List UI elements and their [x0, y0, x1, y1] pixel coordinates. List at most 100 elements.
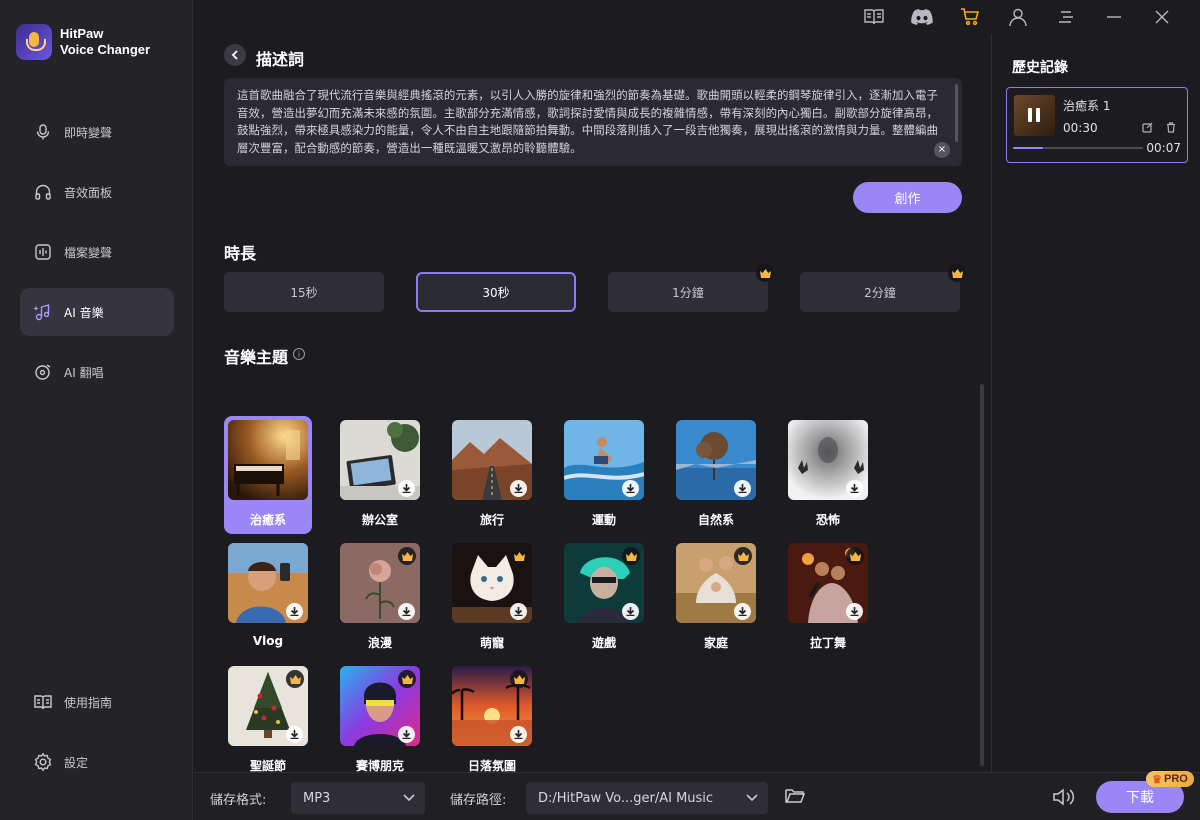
vinyl-cover-icon [32, 361, 54, 383]
sidebar-item-ai-music[interactable]: AI 音樂 [20, 288, 174, 336]
pause-icon[interactable] [1028, 108, 1040, 122]
cart-icon[interactable] [946, 0, 994, 34]
theme-card-healing[interactable]: 治癒系 [224, 416, 312, 534]
theme-card-pets[interactable]: 萌寵 [448, 539, 536, 657]
download-icon[interactable] [286, 603, 303, 620]
theme-card-sports[interactable]: 運動 [560, 416, 648, 534]
download-icon[interactable] [734, 480, 751, 497]
history-progress-bar[interactable] [1013, 147, 1143, 149]
menu-icon[interactable] [1042, 0, 1090, 34]
download-icon[interactable] [398, 726, 415, 743]
sidebar-item-label: AI 翻唱 [64, 365, 104, 380]
format-value: MP3 [303, 790, 331, 806]
theme-label: 辦公室 [361, 513, 398, 527]
download-icon[interactable] [286, 726, 303, 743]
main-scrollbar[interactable] [980, 384, 984, 766]
download-icon[interactable] [510, 603, 527, 620]
info-icon[interactable]: i [293, 348, 305, 360]
chevron-down-icon [403, 794, 415, 802]
microphone-icon [32, 121, 54, 143]
theme-card-romantic[interactable]: 浪漫 [336, 539, 424, 657]
main-content: 描述詞 這首歌曲融合了現代流行音樂與經典搖滾的元素，以引人入勝的旋律和強烈的節奏… [194, 34, 991, 773]
close-icon[interactable] [1138, 0, 1186, 34]
title-bar [194, 0, 1200, 34]
app-name: HitPaw Voice Changer [60, 26, 150, 58]
download-icon[interactable] [622, 480, 639, 497]
history-item-elapsed: 00:07 [1146, 141, 1181, 155]
app-logo-icon [16, 24, 52, 60]
volume-icon[interactable] [1052, 787, 1076, 811]
sidebar-item-label: 即時變聲 [64, 125, 113, 140]
clear-text-button[interactable]: × [934, 142, 950, 158]
download-icon[interactable] [510, 480, 527, 497]
theme-card-family[interactable]: 家庭 [672, 539, 760, 657]
crown-icon [286, 670, 304, 688]
theme-label: 運動 [591, 513, 616, 527]
back-button[interactable] [224, 44, 246, 66]
sidebar-item-guide[interactable]: 使用指南 [20, 678, 174, 726]
theme-label: 自然系 [697, 513, 734, 527]
duration-option-1min[interactable]: 1分鐘 [608, 264, 774, 312]
theme-card-latin-dance[interactable]: 拉丁舞 [784, 539, 872, 657]
description-textarea[interactable]: 這首歌曲融合了現代流行音樂與經典搖滾的元素，以引人入勝的旋律和強烈的節奏為基礎。… [224, 78, 962, 166]
theme-card-travel[interactable]: 旅行 [448, 416, 536, 534]
format-label: 儲存格式: [210, 793, 267, 808]
duration-label: 30秒 [482, 285, 510, 300]
discord-icon[interactable] [898, 0, 946, 34]
download-icon[interactable] [846, 603, 863, 620]
theme-card-nature[interactable]: 自然系 [672, 416, 760, 534]
crown-icon [510, 547, 528, 565]
theme-label: 浪漫 [367, 636, 392, 650]
crown-icon [622, 547, 640, 565]
theme-card-office[interactable]: 辦公室 [336, 416, 424, 534]
duration-option-30s[interactable]: 30秒 [416, 272, 576, 312]
duration-option-15s[interactable]: 15秒 [224, 272, 384, 312]
duration-label: 1分鐘 [672, 285, 704, 300]
minimize-icon[interactable] [1090, 0, 1138, 34]
edit-icon[interactable] [1141, 121, 1153, 133]
theme-label: 拉丁舞 [809, 636, 846, 650]
path-label: 儲存路徑: [450, 793, 507, 808]
history-item[interactable]: 治癒系 1 00:30 00:07 [1006, 87, 1188, 163]
duration-title: 時長 [224, 244, 257, 263]
format-select[interactable]: MP3 [291, 782, 425, 814]
theme-label: 旅行 [479, 513, 504, 527]
sidebar-item-file-voice[interactable]: 檔案變聲 [20, 228, 174, 276]
download-icon[interactable] [622, 603, 639, 620]
guide-book-icon[interactable] [850, 0, 898, 34]
create-button[interactable]: 創作 [853, 182, 962, 213]
headphones-icon [32, 181, 54, 203]
chevron-left-icon [231, 50, 238, 60]
sidebar-nav: 即時變聲 音效面板 檔案變聲 AI 音樂 AI 翻唱 [20, 108, 174, 408]
duration-option-2min[interactable]: 2分鐘 [800, 264, 966, 312]
download-icon[interactable] [398, 603, 415, 620]
sidebar-item-settings[interactable]: 設定 [20, 738, 174, 786]
theme-card-sunset[interactable]: 日落氛圍 [448, 662, 536, 780]
theme-card-vlog[interactable]: Vlog [224, 539, 312, 657]
history-panel: 歷史記錄 治癒系 1 00:30 00:07 [991, 34, 1200, 772]
audio-file-icon [32, 241, 54, 263]
ai-music-note-icon [32, 301, 54, 323]
download-icon[interactable] [398, 480, 415, 497]
sidebar-item-ai-cover[interactable]: AI 翻唱 [20, 348, 174, 396]
path-select[interactable]: D:/HitPaw Vo...ger/AI Music [526, 782, 768, 814]
description-scrollbar[interactable] [955, 84, 958, 142]
app-name-line2: Voice Changer [60, 42, 151, 57]
theme-label: 恐怖 [815, 513, 840, 527]
crown-icon [756, 264, 774, 282]
download-icon[interactable] [846, 480, 863, 497]
sidebar-item-realtime[interactable]: 即時變聲 [20, 108, 174, 156]
theme-card-gaming[interactable]: 遊戲 [560, 539, 648, 657]
history-title: 歷史記錄 [1012, 60, 1068, 76]
folder-icon[interactable] [784, 787, 806, 809]
download-icon[interactable] [510, 726, 527, 743]
crown-icon [734, 547, 752, 565]
sidebar-item-label: 音效面板 [64, 185, 113, 200]
theme-card-christmas[interactable]: 聖誕節 [224, 662, 312, 780]
download-icon[interactable] [734, 603, 751, 620]
theme-card-horror[interactable]: 恐怖 [784, 416, 872, 534]
user-icon[interactable] [994, 0, 1042, 34]
trash-icon[interactable] [1165, 121, 1177, 133]
theme-card-cyberpunk[interactable]: 賽博朋克 [336, 662, 424, 780]
sidebar-item-soundboard[interactable]: 音效面板 [20, 168, 174, 216]
